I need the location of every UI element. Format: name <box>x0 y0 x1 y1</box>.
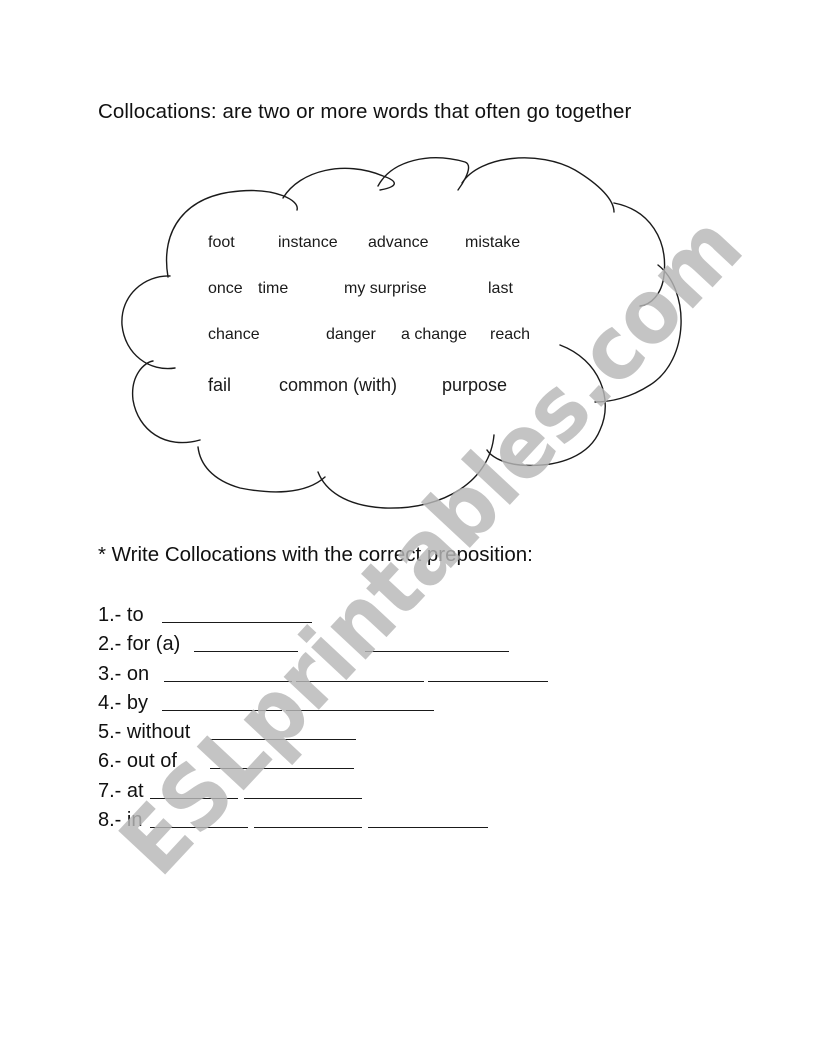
exercise-item: 4.- by <box>98 691 434 720</box>
cloud-word: chance <box>208 326 260 343</box>
answer-blank[interactable] <box>210 720 356 741</box>
cloud-lobe <box>461 157 615 213</box>
word-cloud-shape <box>121 157 682 509</box>
answer-blank[interactable] <box>244 779 362 799</box>
cloud-lobe <box>486 344 606 467</box>
cloud-word: time <box>258 280 289 297</box>
cloud-lobe <box>613 202 666 307</box>
exercise-label: 2.- for (a) <box>98 633 181 656</box>
cloud-word: a change <box>401 326 467 343</box>
exercise-label: 5.- without <box>98 721 191 744</box>
cloud-lobe <box>121 275 176 370</box>
answer-blank[interactable] <box>164 662 292 682</box>
answer-blank[interactable] <box>428 662 548 682</box>
cloud-word: fail <box>208 375 232 395</box>
answer-blank[interactable] <box>368 808 488 829</box>
cloud-word: mistake <box>465 234 521 251</box>
answer-blank[interactable] <box>162 691 282 711</box>
exercise-label: 1.- to <box>98 604 144 626</box>
answer-blank[interactable] <box>150 808 248 829</box>
exercise-label: 6.- out of <box>98 750 177 773</box>
cloud-word: my surprise <box>344 280 427 297</box>
cloud-word: advance <box>368 234 429 251</box>
watermark: ESLprintables.com <box>100 195 762 894</box>
instruction-text: * Write Collocations with the correct pr… <box>98 543 533 566</box>
exercise-item: 6.- out of <box>98 749 354 778</box>
exercise-item: 8.- in <box>98 808 488 837</box>
cloud-word: common (with) <box>279 375 398 395</box>
answer-blank[interactable] <box>162 603 312 623</box>
exercise-label: 8.- in <box>98 809 143 832</box>
cloud-lobe <box>594 264 682 403</box>
cloud-word: foot <box>208 234 235 251</box>
exercise-item: 1.- to <box>98 603 312 632</box>
worksheet-page: Collocations: are two or more words that… <box>0 0 821 1063</box>
cloud-lobe <box>377 157 470 191</box>
exercise-item: 5.- without <box>98 720 356 749</box>
exercise-item: 7.- at <box>98 779 362 808</box>
cloud-lobe <box>131 360 201 444</box>
cloud-word: instance <box>278 234 338 251</box>
exercise-label: 3.- on <box>98 662 150 685</box>
cloud-lobe <box>197 446 326 493</box>
answer-blank[interactable] <box>210 749 354 770</box>
cloud-word: danger <box>326 326 376 343</box>
exercise-label: 7.- at <box>98 779 144 802</box>
answer-blank[interactable] <box>254 808 362 829</box>
answer-blank[interactable] <box>194 632 298 653</box>
answer-blank[interactable] <box>296 662 424 682</box>
answer-blank[interactable] <box>365 632 509 653</box>
exercise-item: 3.- on <box>98 662 548 691</box>
exercise-list: 1.- to 2.- for (a) 3.- on 4.- by 5.- wit… <box>98 603 548 837</box>
cloud-lobe <box>282 167 395 199</box>
worksheet-title: Collocations: are two or more words that… <box>98 100 632 123</box>
cloud-word: purpose <box>442 375 508 395</box>
answer-blank[interactable] <box>286 691 434 711</box>
cloud-word: once <box>208 280 243 297</box>
answer-blank[interactable] <box>150 779 238 799</box>
exercise-item: 2.- for (a) <box>98 632 509 661</box>
cloud-word: last <box>488 280 513 297</box>
cloud-word: reach <box>490 326 531 343</box>
exercise-label: 4.- by <box>98 691 149 714</box>
cloud-lobe <box>317 434 495 509</box>
